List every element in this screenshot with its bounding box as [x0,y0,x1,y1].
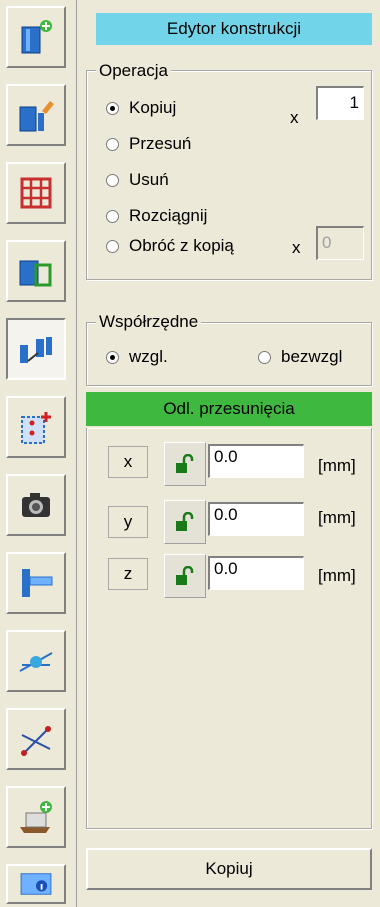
radio-usun-label: Usuń [129,170,169,189]
lock-x-button[interactable] [164,442,206,486]
tool-sidebar [0,0,71,907]
radio-rozciagnij[interactable]: Rozciągnij [106,206,207,226]
radio-kopiuj-dot[interactable] [106,101,119,115]
radio-przesun-dot[interactable] [106,137,119,151]
offset-y-input[interactable]: 0.0 [208,502,304,536]
operation-legend: Operacja [96,61,171,81]
radio-wzgl-label: wzgl. [129,347,168,366]
kopiuj-button[interactable]: Kopiuj [86,848,372,890]
add-block-icon[interactable] [6,786,66,848]
radio-usun[interactable]: Usuń [106,170,169,190]
unit-y: [mm] [318,508,356,527]
rotate-label: x [292,238,301,257]
offset-group [86,428,372,829]
unlock-icon [176,566,194,585]
radio-bezwzgl-label: bezwzgl [281,347,343,366]
axis-label-y: y [108,506,148,538]
grid-icon[interactable] [6,162,66,224]
panel-divider [76,0,77,907]
radio-bezwzgl-dot[interactable] [258,350,271,364]
radio-rozciagnij-label: Rozciągnij [129,206,208,225]
unit-z: [mm] [318,566,356,585]
radio-przesun[interactable]: Przesuń [106,134,191,154]
radio-przesun-label: Przesuń [129,134,192,153]
lock-z-button[interactable] [164,554,206,598]
edit-column-icon[interactable] [6,84,66,146]
radio-bezwzgl[interactable]: bezwzgl [258,347,342,367]
rotate-input[interactable]: 0 [316,226,364,260]
radio-rozciagnij-dot[interactable] [106,209,119,223]
coords-legend: Współrzędne [96,312,202,332]
add-node-icon[interactable] [6,396,66,458]
radio-obroc[interactable]: Obróć z kopią [106,236,234,256]
unit-x: [mm] [318,456,356,475]
radio-usun-dot[interactable] [106,173,119,187]
lock-y-button[interactable] [164,500,206,544]
radio-kopiuj[interactable]: Kopiuj [106,98,176,118]
add-column-icon[interactable] [6,6,66,68]
radio-obroc-dot[interactable] [106,239,119,253]
connect-beam-icon[interactable] [6,552,66,614]
panel-title: Edytor konstrukcji [96,13,372,45]
count-input[interactable]: 1 [316,86,364,120]
axis-label-z: z [108,558,148,590]
node-icon[interactable] [6,630,66,692]
unlock-icon [176,454,194,473]
copy-frame-icon[interactable] [6,240,66,302]
offset-z-input[interactable]: 0.0 [208,556,304,590]
unlock-icon [176,512,194,531]
offset-header: Odl. przesunięcia [86,392,372,426]
move-frame-icon[interactable] [6,318,66,380]
axis-label-x: x [108,446,148,478]
info-icon[interactable] [6,864,66,904]
radio-wzgl[interactable]: wzgl. [106,347,168,367]
radio-kopiuj-label: Kopiuj [129,98,177,117]
diagonal-icon[interactable] [6,708,66,770]
camera-icon[interactable] [6,474,66,536]
radio-obroc-label: Obróć z kopią [129,236,234,255]
radio-wzgl-dot[interactable] [106,350,119,364]
count-label: x [290,108,299,127]
offset-x-input[interactable]: 0.0 [208,444,304,478]
